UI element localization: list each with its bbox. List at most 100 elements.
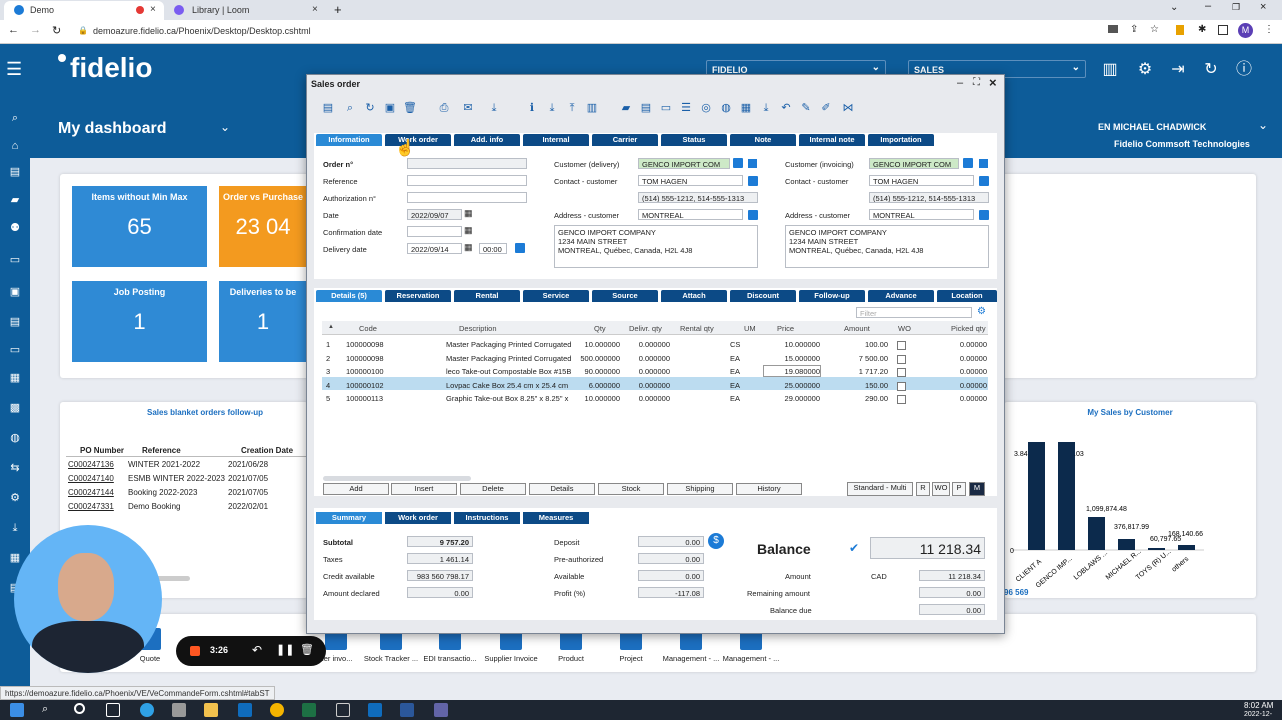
settings-icon[interactable]: ⚙ — [8, 492, 22, 505]
apps-icon[interactable]: ▦ — [8, 552, 22, 565]
col-delivr-qty[interactable]: Delivr. qty — [629, 324, 662, 333]
menu-icon[interactable]: ⋮ — [1264, 24, 1274, 35]
wo-checkbox[interactable] — [897, 368, 906, 377]
truck-icon[interactable]: ▰ — [8, 194, 22, 207]
cart-icon[interactable]: ▭ — [8, 254, 22, 267]
chart-icon[interactable]: ▤ — [8, 166, 22, 179]
stock-button[interactable]: Stock — [598, 483, 664, 495]
document-icon[interactable]: ▤ — [639, 101, 653, 115]
add-address-icon[interactable] — [748, 210, 758, 220]
edge-icon[interactable] — [140, 703, 154, 717]
col-rental-qty[interactable]: Rental qty — [680, 324, 714, 333]
tab-reservation[interactable]: Reservation — [385, 290, 451, 302]
undo-icon[interactable]: ↶ — [779, 101, 793, 115]
restore-icon[interactable]: ❐ — [1232, 2, 1240, 13]
delivery-date-field[interactable]: 2022/09/14 — [407, 243, 462, 254]
maximize-icon[interactable]: ⛶ — [973, 77, 980, 88]
col-qty[interactable]: Qty — [594, 324, 606, 333]
col-price[interactable]: Price — [777, 324, 794, 333]
email-icon[interactable]: ✉ — [461, 101, 475, 115]
note-icon[interactable] — [515, 243, 525, 253]
shipping-button[interactable]: Shipping — [667, 483, 733, 495]
tile-job-posting[interactable]: Job Posting 1 — [72, 281, 207, 362]
contact-icon[interactable]: ▣ — [8, 286, 22, 299]
trash-icon[interactable]: 🗑 — [300, 643, 314, 656]
hamburger-icon[interactable]: ☰ — [6, 60, 22, 78]
save-icon[interactable]: ▣ — [383, 101, 397, 115]
close-icon[interactable]: × — [312, 4, 318, 15]
date-field[interactable]: 2022/09/07 — [407, 209, 462, 220]
transfer-icon[interactable]: ⇆ — [8, 462, 22, 475]
address2-field[interactable]: MONTREAL — [869, 209, 974, 220]
stop-icon[interactable] — [190, 646, 200, 656]
teams-icon[interactable] — [434, 703, 448, 717]
col-code[interactable]: Code — [359, 324, 377, 333]
puzzle-icon[interactable]: ✱ — [1198, 24, 1206, 35]
chat-icon[interactable]: ◍ — [8, 432, 22, 445]
tab-note[interactable]: Note — [730, 134, 796, 146]
chevron-down-icon[interactable]: ⌄ — [220, 120, 230, 134]
invoicing-checkbox[interactable] — [979, 159, 988, 168]
tab-search-icon[interactable]: ⌄ — [1170, 2, 1178, 13]
address-field[interactable]: MONTREAL — [638, 209, 743, 220]
tab-carrier[interactable]: Carrier — [592, 134, 658, 146]
add-button[interactable]: Add — [323, 483, 389, 495]
extension-icon[interactable] — [1176, 25, 1184, 35]
browser-tab-demo[interactable]: Demo × — [4, 1, 164, 20]
customer-card-icon[interactable] — [733, 158, 743, 168]
search-icon[interactable]: ⌕ — [343, 101, 357, 115]
contact-field[interactable]: TOM HAGEN — [638, 175, 743, 186]
tab-discount[interactable]: Discount — [730, 290, 796, 302]
share-icon[interactable]: ⇪ — [1130, 24, 1138, 35]
price-edit-box[interactable] — [763, 365, 821, 377]
wo-checkbox[interactable] — [897, 354, 906, 364]
col-picked-qty[interactable]: Picked qty — [951, 324, 986, 333]
mail-icon[interactable] — [238, 703, 252, 717]
chat-icon[interactable]: ◍ — [719, 101, 733, 115]
delivery-time-field[interactable]: 00:00 — [479, 243, 507, 254]
undo-icon[interactable]: ↶ — [252, 643, 262, 657]
tab-instructions[interactable]: Instructions — [454, 512, 520, 524]
split-icon[interactable]: ⋈ — [841, 101, 855, 115]
word-icon[interactable] — [400, 703, 414, 717]
sidepanel-icon[interactable] — [1218, 25, 1228, 35]
confirmation-field[interactable] — [407, 226, 462, 237]
support-icon[interactable]: ◎ — [699, 101, 713, 115]
wo-checkbox[interactable] — [897, 341, 906, 350]
close-icon[interactable]: × — [150, 4, 156, 15]
mode-r[interactable]: R — [916, 482, 930, 496]
tab-summary-work-order[interactable]: Work order — [385, 512, 451, 524]
mode-m[interactable]: M — [969, 482, 985, 496]
cortana-icon[interactable] — [74, 703, 85, 714]
po-link[interactable]: C000247140 — [68, 474, 114, 483]
close-window-icon[interactable]: × — [1260, 1, 1266, 13]
mode-standard-multi[interactable]: Standard - Multi — [847, 482, 913, 496]
minimize-icon[interactable]: – — [1205, 0, 1211, 12]
info-icon[interactable]: ⓘ — [1234, 60, 1254, 80]
pen-icon[interactable]: ✎ — [799, 101, 813, 115]
download-icon[interactable]: ⤓ — [8, 522, 22, 535]
col-wo[interactable]: WO — [898, 324, 911, 333]
app-icon[interactable] — [336, 703, 350, 717]
add-address-icon[interactable] — [979, 210, 989, 220]
wo-checkbox[interactable] — [897, 395, 906, 404]
explorer-icon[interactable] — [204, 703, 218, 717]
search-icon[interactable]: ⌕ — [8, 112, 22, 125]
tab-internal[interactable]: Internal — [523, 134, 589, 146]
delivery-checkbox[interactable] — [748, 159, 757, 168]
mode-wo[interactable]: WO — [932, 482, 950, 496]
basket-icon[interactable]: ▭ — [8, 344, 22, 357]
tag-icon[interactable]: ✐ — [819, 101, 833, 115]
logout-icon[interactable]: ⇥ — [1168, 60, 1188, 80]
tab-internal-note[interactable]: Internal note — [799, 134, 865, 146]
list-icon[interactable]: ☰ — [679, 101, 693, 115]
cust-invoicing-field[interactable]: GENCO IMPORT COM — [869, 158, 959, 169]
document-icon[interactable]: ▤ — [8, 316, 22, 329]
tab-add-info[interactable]: Add. info — [454, 134, 520, 146]
chart-icon[interactable]: ▥ — [585, 101, 599, 115]
payment-icon[interactable]: $ — [708, 533, 724, 549]
taskview-icon[interactable] — [106, 703, 120, 717]
reference-field[interactable] — [407, 175, 527, 186]
order-no-field[interactable] — [407, 158, 527, 169]
tab-source[interactable]: Source — [592, 290, 658, 302]
